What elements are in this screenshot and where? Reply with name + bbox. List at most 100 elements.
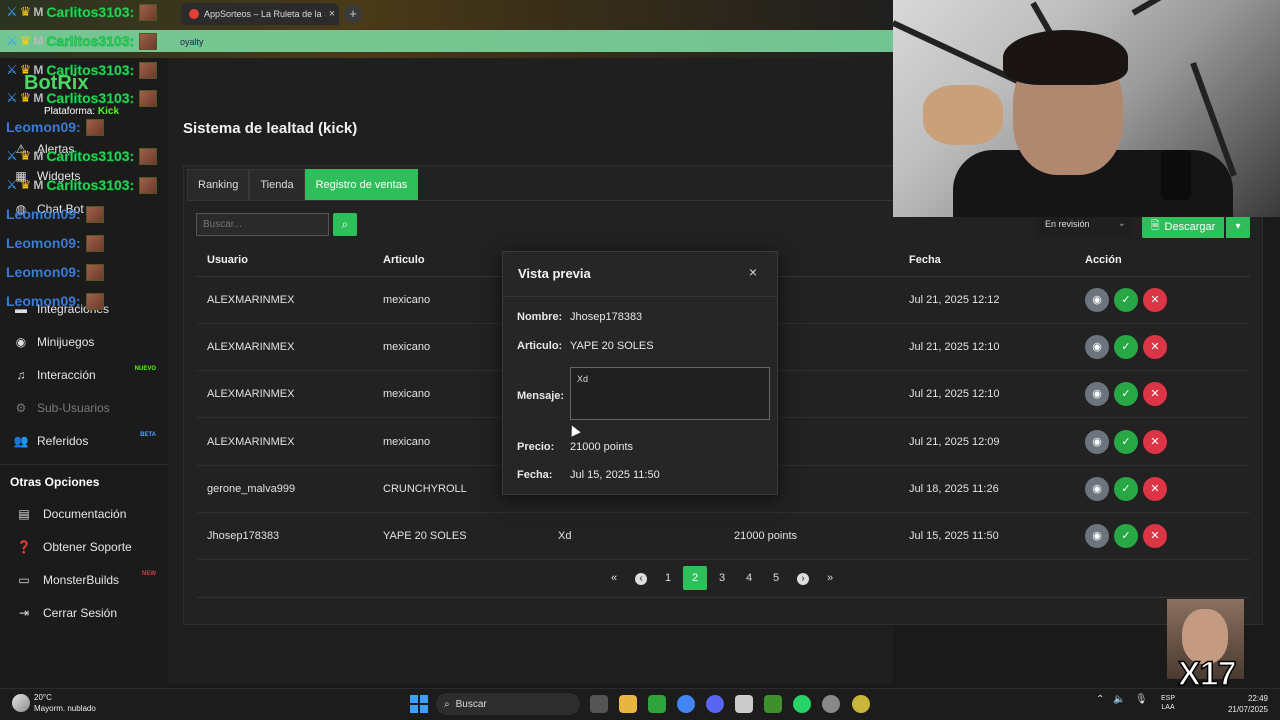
sidebar-item-label: Referidos (37, 434, 89, 448)
eye-icon[interactable]: ◉ (1085, 382, 1109, 407)
new-tab-button[interactable]: + (344, 5, 362, 23)
person-hand (923, 85, 1003, 145)
close-icon[interactable]: ✕ (1143, 524, 1167, 549)
sword-badge-icon: ⚔ (6, 33, 18, 48)
eye-icon[interactable]: ◉ (1085, 524, 1109, 549)
tab-favicon-icon (189, 9, 199, 19)
sidebar-item-referidos[interactable]: 👥 Referidos BETA (0, 426, 168, 456)
store-icon[interactable] (735, 695, 753, 713)
preview-modal: Vista previa × Nombre: Jhosep178383 Arti… (502, 251, 778, 495)
cell-articulo: YAPE 20 SOLES (373, 512, 548, 561)
system-tray: ⌃ 🔈 🎙 (1096, 694, 1148, 705)
page-3[interactable]: 3 (710, 566, 734, 590)
modal-mensaje-textarea[interactable]: Xd (570, 367, 770, 420)
download-button[interactable]: 🗎 Descargar (1142, 215, 1224, 238)
status-filter-select[interactable]: En revisión ⌄ (1036, 215, 1132, 237)
task-view-icon[interactable] (590, 695, 608, 713)
sidebar-item-label: Sub-Usuarios (37, 401, 110, 415)
sidebar-item-cerrar-sesion[interactable]: ⇥ Cerrar Sesión (0, 598, 168, 628)
cell-fecha: Jul 21, 2025 12:10 (899, 323, 1075, 372)
xbox-icon[interactable] (648, 695, 666, 713)
close-icon[interactable]: ✕ (1143, 287, 1167, 312)
tab-title: AppSorteos – La Ruleta de la S (204, 9, 325, 19)
sidebar-item-sub-usuarios[interactable]: ⚙ Sub-Usuarios (0, 393, 168, 423)
windows-start-icon[interactable] (410, 695, 428, 713)
eye-icon[interactable]: ◉ (1085, 287, 1109, 312)
chat-username: Carlitos3103: (46, 90, 135, 106)
col-fecha: Fecha (899, 244, 1075, 277)
taskbar-search[interactable]: ⌕ Buscar (436, 693, 580, 715)
new-badge: NEW (142, 571, 156, 577)
beta-badge: BETA (140, 432, 156, 438)
close-icon[interactable]: ✕ (1143, 334, 1167, 359)
sidebar-item-minijuegos[interactable]: ◉ Minijuegos (0, 327, 168, 357)
page-2[interactable]: 2 (683, 566, 707, 590)
check-icon[interactable]: ✓ (1114, 334, 1138, 359)
eye-icon[interactable]: ◉ (1085, 334, 1109, 359)
mod-badge-icon: M (33, 91, 44, 105)
close-icon[interactable]: ✕ (1143, 429, 1167, 454)
users-icon: ⚙ (15, 401, 27, 415)
tab-registro-ventas[interactable]: Registro de ventas (304, 169, 419, 201)
people-icon: 👥 (13, 434, 29, 448)
check-icon[interactable]: ✓ (1114, 524, 1138, 549)
whatsapp-icon[interactable] (793, 695, 811, 713)
chevron-right-icon: › (797, 573, 809, 585)
chrome-icon[interactable] (677, 695, 695, 713)
check-icon[interactable]: ✓ (1114, 429, 1138, 454)
first-page-button[interactable]: « (602, 566, 626, 590)
cell-accion: ◉ ✓ ✕ (1075, 323, 1250, 372)
prev-page-button[interactable]: ‹ (629, 566, 653, 590)
download-label: Descargar (1164, 220, 1216, 233)
modal-articulo-label: Articulo: (517, 340, 562, 352)
obs-icon[interactable] (822, 695, 840, 713)
tab-tienda[interactable]: Tienda (249, 169, 305, 201)
sword-badge-icon: ⚔ (6, 177, 18, 192)
app-icon[interactable] (852, 695, 870, 713)
modal-fecha-value: Jul 15, 2025 11:50 (570, 469, 660, 481)
volume-icon[interactable]: 🔈 (1113, 694, 1125, 705)
chat-username: Carlitos3103: (46, 4, 135, 20)
search-icon: ⌕ (341, 217, 349, 231)
cell-usuario: ALEXMARINMEX (197, 370, 373, 419)
language-indicator[interactable]: ESP LAA (1161, 694, 1175, 712)
close-icon[interactable]: × (749, 264, 757, 280)
mic-icon[interactable]: 🎙 (1135, 694, 1148, 705)
tab-ranking[interactable]: Ranking (187, 169, 250, 201)
check-icon[interactable]: ✓ (1114, 287, 1138, 312)
sword-badge-icon: ⚔ (6, 62, 18, 77)
sidebar-item-interaccion[interactable]: ♫ Interacción NUEVO (0, 360, 168, 390)
page-4[interactable]: 4 (737, 566, 761, 590)
check-icon[interactable]: ✓ (1114, 476, 1138, 501)
taskbar-clock[interactable]: 22:49 21/07/2025 (1224, 693, 1268, 715)
chat-username: Leomon09: (6, 293, 81, 309)
cell-usuario: ALEXMARINMEX (197, 417, 373, 466)
sidebar-item-documentacion[interactable]: ▤ Documentación (0, 499, 168, 529)
close-icon[interactable]: ✕ (1143, 476, 1167, 501)
browser-tab[interactable]: AppSorteos – La Ruleta de la S × (181, 3, 339, 25)
search-input[interactable] (196, 213, 329, 236)
taskbar-search-label: Buscar (455, 698, 487, 710)
last-page-button[interactable]: » (818, 566, 842, 590)
download-menu-button[interactable]: ▾ (1226, 215, 1250, 238)
eye-icon[interactable]: ◉ (1085, 429, 1109, 454)
eye-icon[interactable]: ◉ (1085, 476, 1109, 501)
chat-username: Carlitos3103: (46, 33, 135, 49)
check-icon[interactable]: ✓ (1114, 382, 1138, 407)
page-1[interactable]: 1 (656, 566, 680, 590)
file-explorer-icon[interactable] (619, 695, 637, 713)
next-page-button[interactable]: › (791, 566, 815, 590)
close-icon[interactable]: ✕ (1143, 382, 1167, 407)
minecraft-icon[interactable] (764, 695, 782, 713)
mod-badge-icon: M (33, 178, 44, 192)
sidebar-item-soporte[interactable]: ❓ Obtener Soporte (0, 532, 168, 562)
tab-close-icon[interactable]: × (325, 8, 339, 20)
modal-fecha-label: Fecha: (517, 469, 552, 481)
page-5[interactable]: 5 (764, 566, 788, 590)
chevron-up-icon[interactable]: ⌃ (1096, 694, 1104, 705)
search-button[interactable]: ⌕ (333, 213, 357, 236)
weather-widget[interactable]: 20°C Mayorm. nublado (12, 692, 96, 714)
sidebar-item-label: Minijuegos (37, 335, 95, 349)
sidebar-item-monsterbuilds[interactable]: ▭ MonsterBuilds NEW (0, 565, 168, 595)
discord-icon[interactable] (706, 695, 724, 713)
